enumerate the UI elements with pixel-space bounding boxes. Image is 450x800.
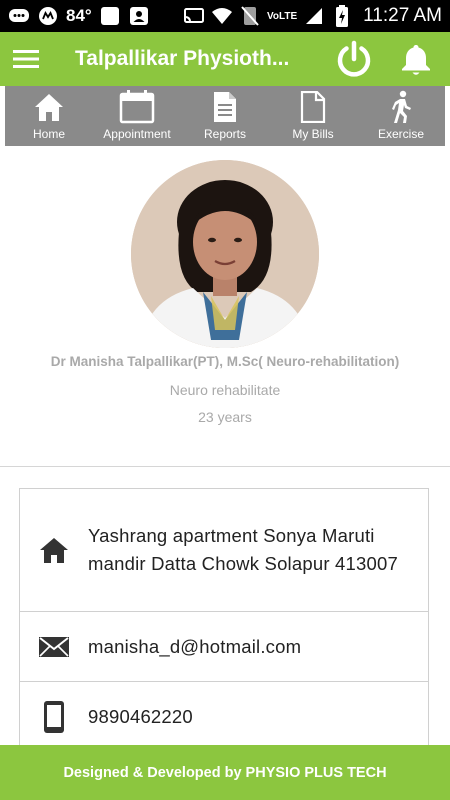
logout-button[interactable] bbox=[333, 39, 375, 81]
square-notification-icon bbox=[99, 6, 121, 26]
tab-bar: Home Appointment Reports My Bills Exerci… bbox=[5, 86, 445, 146]
chat-notification-icon bbox=[8, 6, 30, 26]
home-icon bbox=[33, 89, 65, 125]
volte-label: VoLTE bbox=[266, 10, 298, 22]
doctor-avatar bbox=[131, 160, 319, 348]
muted-phone-icon bbox=[239, 6, 261, 26]
doctor-name: Dr Manisha Talpallikar(PT), M.Sc( Neuro-… bbox=[50, 354, 400, 369]
section-divider bbox=[0, 466, 450, 467]
account-notification-icon bbox=[128, 6, 150, 26]
tab-label: My Bills bbox=[292, 127, 334, 141]
address-text: Yashrang apartment Sonya Maruti mandir D… bbox=[88, 525, 398, 574]
cast-icon bbox=[183, 6, 205, 26]
email-text: manisha_d@hotmail.com bbox=[88, 635, 302, 657]
tab-label: Exercise bbox=[377, 127, 424, 141]
footer: Designed & Developed by PHYSIO PLUS TECH bbox=[0, 745, 450, 800]
menu-button[interactable] bbox=[1, 32, 51, 86]
mail-icon bbox=[20, 636, 88, 658]
clock: 11:27 AM bbox=[363, 5, 442, 26]
bill-icon bbox=[300, 89, 326, 125]
app-notification-icon bbox=[37, 6, 59, 26]
app-title: Talpallikar Physioth... bbox=[75, 47, 290, 70]
phone-icon bbox=[20, 700, 88, 734]
footer-credit: Designed & Developed by PHYSIO PLUS TECH bbox=[63, 764, 387, 781]
doctor-specialty: Neuro rehabilitate bbox=[169, 382, 281, 398]
notifications-button[interactable] bbox=[396, 39, 436, 81]
address-row[interactable]: Yashrang apartment Sonya Maruti mandir D… bbox=[20, 489, 428, 612]
tab-label: Appointment bbox=[103, 127, 171, 141]
power-icon bbox=[337, 40, 371, 77]
walking-icon bbox=[388, 89, 414, 125]
tab-exercise[interactable]: Exercise bbox=[357, 86, 445, 146]
calendar-icon bbox=[119, 89, 155, 125]
tab-label: Home bbox=[32, 127, 65, 141]
tab-label: Reports bbox=[203, 127, 247, 141]
battery-charging-icon bbox=[331, 5, 353, 27]
home-icon bbox=[20, 535, 88, 565]
tab-my-bills[interactable]: My Bills bbox=[269, 86, 357, 146]
wifi-icon bbox=[211, 6, 233, 26]
temperature-label: 84° bbox=[66, 6, 92, 25]
phone-row[interactable]: 9890462220 bbox=[20, 682, 428, 752]
doctor-experience: 23 years bbox=[198, 409, 252, 425]
signal-icon bbox=[303, 6, 325, 26]
tab-reports[interactable]: Reports bbox=[181, 86, 269, 146]
contact-card: Yashrang apartment Sonya Maruti mandir D… bbox=[19, 488, 429, 750]
tab-home[interactable]: Home bbox=[5, 86, 93, 146]
email-row[interactable]: manisha_d@hotmail.com bbox=[20, 612, 428, 682]
app-bar: Talpallikar Physioth... bbox=[0, 32, 450, 86]
tab-appointment[interactable]: Appointment bbox=[93, 86, 181, 146]
phone-text: 9890462220 bbox=[88, 706, 193, 727]
status-bar: 84° VoLTE 11:27 AM bbox=[0, 0, 450, 32]
menu-icon bbox=[13, 50, 39, 68]
report-icon bbox=[212, 89, 238, 125]
bell-icon bbox=[402, 45, 430, 75]
